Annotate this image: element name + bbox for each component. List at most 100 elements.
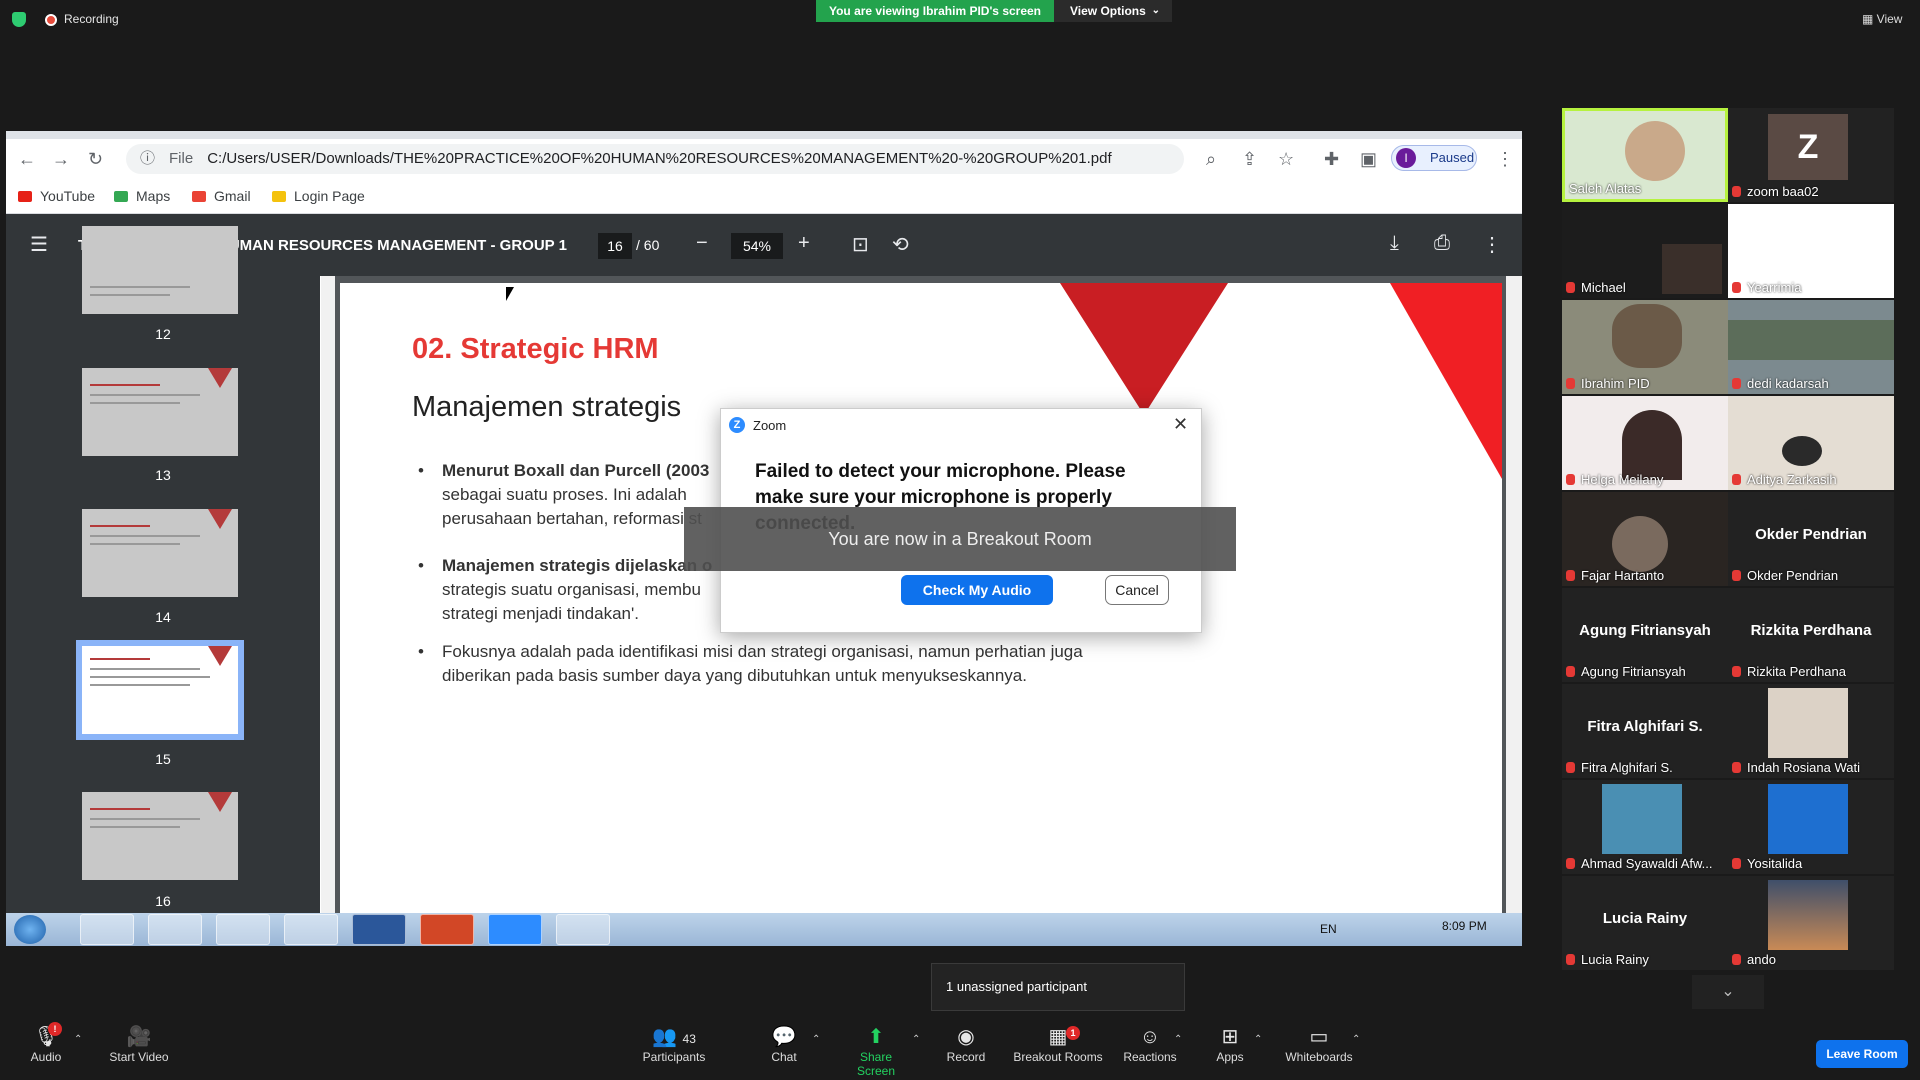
participant-tile[interactable]: Rizkita Perdhana Rizkita Perdhana (1728, 588, 1894, 682)
view-options-button[interactable]: View Options ⌄ (1054, 0, 1172, 22)
chat-button[interactable]: 💬 Chat (764, 1024, 804, 1064)
view-options-label: View Options (1070, 4, 1146, 18)
view-button[interactable]: ▦ View (1862, 12, 1902, 26)
gmail-icon (192, 191, 206, 202)
back-icon[interactable]: ← (18, 149, 36, 170)
zoom-icon[interactable]: ⌕ (1206, 149, 1216, 170)
whiteboards-button[interactable]: ▭ Whiteboards (1284, 1024, 1354, 1064)
thumbnail[interactable] (82, 368, 238, 456)
cancel-button[interactable]: Cancel (1105, 575, 1169, 605)
participant-tile[interactable]: Ibrahim PID (1562, 300, 1728, 394)
apps-button[interactable]: ⊞ Apps (1210, 1024, 1250, 1064)
apps-icon: ⊞ (1221, 1026, 1239, 1048)
bookmark-maps[interactable]: Maps (114, 188, 170, 204)
print-icon[interactable]: ⎙ (1434, 232, 1450, 255)
page-scrollbar[interactable] (1506, 276, 1522, 946)
participants-button[interactable]: 👥 43 Participants (640, 1024, 708, 1064)
chevron-up-icon[interactable]: ⌃ (74, 1034, 82, 1045)
slide-subtitle: Manajemen strategis (412, 391, 682, 423)
pdf-more-icon[interactable]: ⋮ (1482, 232, 1502, 257)
bullet-text: Fokusnya adalah pada identifikasi misi d… (442, 642, 1083, 661)
chevron-up-icon[interactable]: ⌃ (1352, 1034, 1360, 1045)
chevron-up-icon[interactable]: ⌃ (912, 1034, 920, 1045)
close-icon[interactable]: ✕ (1173, 414, 1188, 435)
participant-name: Lucia Rainy (1581, 952, 1649, 967)
browser-menu-icon[interactable]: ⋮ (1496, 149, 1514, 170)
bookmark-youtube[interactable]: YouTube (18, 188, 95, 204)
share-screen-button[interactable]: ⬆ Share Screen (840, 1024, 912, 1078)
word-taskbar-icon[interactable] (352, 914, 406, 945)
participant-tile[interactable]: Fitra Alghifari S. Fitra Alghifari S. (1562, 684, 1728, 778)
participant-tile[interactable]: Z zoom baa02 (1728, 108, 1894, 202)
powerpoint-taskbar-icon[interactable] (420, 914, 474, 945)
start-icon[interactable] (14, 915, 46, 944)
address-bar[interactable]: ⓘ File C:/Users/USER/Downloads/THE%20PRACT… (126, 144, 1184, 174)
star-icon[interactable]: ☆ (1278, 149, 1294, 170)
thumbnail-selected[interactable] (76, 640, 244, 740)
zoom-out-icon[interactable]: − (696, 232, 708, 255)
participant-tile[interactable]: Aditya Zarkasih (1728, 396, 1894, 490)
rotate-icon[interactable]: ⟲ (892, 232, 909, 257)
participant-tile[interactable]: Agung Fitriansyah Agung Fitriansyah (1562, 588, 1728, 682)
chevron-up-icon[interactable]: ⌃ (1254, 1034, 1262, 1045)
folder-taskbar-icon[interactable] (216, 914, 270, 945)
language-indicator[interactable]: EN (1320, 922, 1337, 936)
chevron-up-icon[interactable]: ⌃ (1174, 1034, 1182, 1045)
participant-tile[interactable]: Yearrimia (1728, 204, 1894, 298)
chat-icon: 💬 (771, 1026, 797, 1048)
chevron-up-icon[interactable]: ⌃ (812, 1034, 820, 1045)
bookmark-login-page[interactable]: Login Page (272, 188, 365, 204)
leave-room-button[interactable]: Leave Room (1816, 1040, 1908, 1068)
bookmark-label: YouTube (40, 188, 96, 204)
participant-video (1782, 436, 1822, 466)
taskbar-clock[interactable]: 8:09 PM (1442, 919, 1487, 933)
participant-name: Fajar Hartanto (1581, 568, 1665, 583)
page-number-input[interactable]: 16 (598, 233, 632, 259)
participants-label: Participants (642, 1050, 706, 1064)
ie-taskbar-icon[interactable] (80, 914, 134, 945)
sidebar-scrollbar[interactable] (321, 276, 335, 946)
download-icon[interactable]: ⤓ (1390, 232, 1399, 255)
participant-tile[interactable]: Ahmad Syawaldi Afw... (1562, 780, 1728, 874)
extensions-icon[interactable]: ✚ (1324, 149, 1339, 170)
start-video-button[interactable]: 🎥 Start Video (104, 1024, 174, 1064)
participant-tile[interactable]: Indah Rosiana Wati (1728, 684, 1894, 778)
side-panel-icon[interactable]: ▣ (1360, 149, 1377, 170)
thumbnail[interactable] (82, 792, 238, 880)
unassigned-participant-notice[interactable]: 1 unassigned participant (931, 963, 1185, 1011)
chrome-taskbar-icon[interactable] (148, 914, 202, 945)
reload-icon[interactable]: ↻ (88, 149, 103, 170)
zoom-in-icon[interactable]: + (798, 232, 810, 255)
zoom-level-input[interactable]: 54% (731, 233, 783, 259)
audio-button[interactable]: 🎙 Audio ! (24, 1022, 68, 1064)
forward-icon[interactable]: → (52, 149, 70, 170)
shield-icon[interactable] (12, 12, 26, 27)
profile-button[interactable]: I Paused (1391, 145, 1477, 171)
participant-tile[interactable]: ando (1728, 876, 1894, 970)
tool-taskbar-icon[interactable] (556, 914, 610, 945)
breakout-rooms-button[interactable]: ▦ Breakout Rooms 1 (1012, 1024, 1104, 1064)
record-button[interactable]: ◉ Record (944, 1024, 988, 1064)
zoom-taskbar-icon[interactable] (488, 914, 542, 945)
participant-tile[interactable]: Lucia Rainy Lucia Rainy (1562, 876, 1728, 970)
fit-page-icon[interactable]: ⊡ (852, 232, 869, 257)
menu-icon[interactable]: ☰ (30, 232, 48, 257)
thumbnail[interactable] (82, 509, 238, 597)
share-icon[interactable]: ⇪ (1242, 149, 1257, 170)
participant-tile[interactable]: Michael (1562, 204, 1728, 298)
muted-mic-icon (1732, 282, 1741, 293)
bookmark-gmail[interactable]: Gmail (192, 188, 251, 204)
participant-tile[interactable]: dedi kadarsah (1728, 300, 1894, 394)
participant-tile[interactable]: Yositalida (1728, 780, 1894, 874)
participant-tile[interactable]: Okder Pendrian Okder Pendrian (1728, 492, 1894, 586)
muted-mic-icon (1566, 666, 1575, 677)
media-taskbar-icon[interactable] (284, 914, 338, 945)
muted-mic-icon (1732, 762, 1741, 773)
thumbnail[interactable] (82, 226, 238, 314)
participant-tile[interactable]: Saleh Alatas (1562, 108, 1728, 202)
participant-tile[interactable]: Helga Meilany (1562, 396, 1728, 490)
check-audio-devices-button[interactable]: Check My Audio Devices (901, 575, 1053, 628)
reactions-button[interactable]: ☺ Reactions (1122, 1024, 1178, 1064)
participant-tile[interactable]: Fajar Hartanto (1562, 492, 1728, 586)
next-page-chevron-icon[interactable]: ⌄ (1692, 975, 1764, 1009)
